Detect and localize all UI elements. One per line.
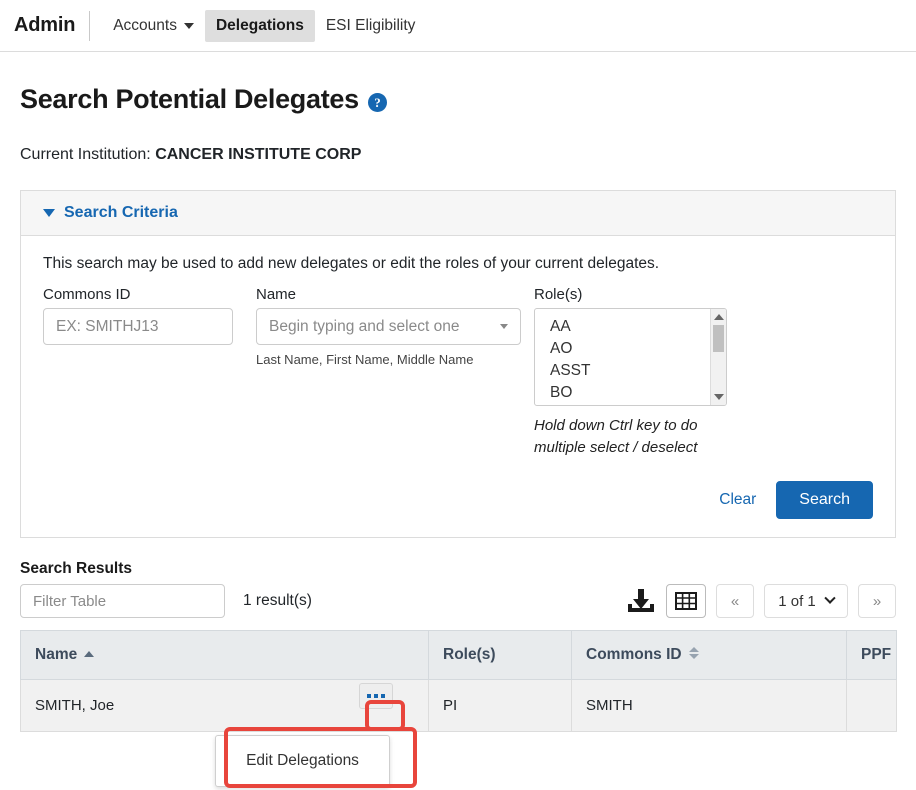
column-header-ppf[interactable]: PPF — [846, 630, 897, 680]
clear-button[interactable]: Clear — [715, 485, 760, 515]
table-header-row: Name Role(s) Commons ID PPF — [20, 630, 897, 680]
search-button[interactable]: Search — [776, 481, 873, 519]
roles-option-asst[interactable]: ASST — [535, 360, 726, 382]
column-header-roles-label: Role(s) — [443, 646, 496, 663]
roles-label: Role(s) — [534, 286, 583, 303]
search-results-heading: Search Results — [20, 560, 132, 577]
nav-item-delegations[interactable]: Delegations — [204, 9, 315, 42]
commons-id-field-group: Commons ID — [43, 286, 256, 345]
roles-field-group: Role(s) AA AO ASST BO Hold down Ctrl key… — [534, 286, 744, 459]
page-title: Search Potential Delegates ? — [20, 84, 896, 115]
brand-divider — [89, 10, 91, 41]
chevron-down-icon — [824, 592, 836, 604]
sort-bidirectional-icon — [688, 647, 699, 659]
column-header-name-label: Name — [35, 646, 78, 663]
roles-option-ao[interactable]: AO — [535, 338, 726, 360]
column-header-commons-id-label: Commons ID — [586, 646, 682, 663]
app-brand: Admin — [14, 14, 76, 36]
results-toolbar-row: 1 result(s) « 1 of — [20, 584, 896, 618]
table-body: SMITH, Joe PI SMITH — [20, 679, 897, 732]
roles-option-aa[interactable]: AA — [535, 316, 726, 338]
search-criteria-body: This search may be used to add new deleg… — [21, 236, 895, 475]
nav-item-accounts[interactable]: Accounts — [102, 10, 205, 42]
download-export-icon[interactable] — [626, 588, 656, 614]
name-label: Name — [256, 286, 297, 303]
caret-down-icon — [500, 324, 508, 329]
current-institution-value: CANCER INSTITUTE CORP — [155, 146, 362, 163]
scrollbar-thumb[interactable] — [713, 325, 724, 352]
search-results-table: Name Role(s) Commons ID PPF SMITH, Joe P… — [20, 630, 897, 732]
cell-name: SMITH, Joe — [20, 679, 429, 732]
grid-view-icon[interactable] — [666, 584, 706, 618]
nav-item-esi-eligibility[interactable]: ESI Eligibility — [315, 10, 427, 42]
help-circle-icon[interactable]: ? — [367, 93, 387, 112]
column-header-ppf-label: PPF — [861, 646, 892, 663]
sort-ascending-icon — [84, 651, 95, 657]
column-header-commons-id[interactable]: Commons ID — [571, 630, 847, 680]
row-action-menu: Edit Delegations — [215, 735, 390, 787]
current-institution: Current Institution: CANCER INSTITUTE CO… — [20, 146, 896, 164]
name-format-hint: Last Name, First Name, Middle Name — [256, 352, 474, 367]
page-content: Search Potential Delegates ? Current Ins… — [0, 84, 916, 732]
column-header-name[interactable]: Name — [20, 630, 429, 680]
pagination-prev-button[interactable]: « — [716, 584, 754, 618]
ellipsis-icon[interactable] — [359, 683, 393, 709]
name-field-group: Name Begin typing and select one Last Na… — [256, 286, 534, 367]
column-header-roles[interactable]: Role(s) — [428, 630, 572, 680]
filter-table-input[interactable] — [20, 584, 225, 618]
cell-ppf — [846, 679, 897, 732]
name-select-placeholder: Begin typing and select one — [269, 317, 460, 335]
nav-item-esi-eligibility-label: ESI Eligibility — [325, 16, 416, 34]
roles-listbox-scrollbar[interactable] — [710, 309, 726, 405]
name-select[interactable]: Begin typing and select one — [256, 308, 521, 345]
menu-item-edit-delegations[interactable]: Edit Delegations — [216, 747, 389, 775]
table-row: SMITH, Joe PI SMITH — [20, 679, 897, 732]
roles-multiselect-hint: Hold down Ctrl key to do multiple select… — [534, 417, 698, 456]
cell-name-text: SMITH, Joe — [35, 697, 115, 714]
search-criteria-panel: Search Criteria This search may be used … — [20, 190, 896, 538]
pagination-page-select[interactable]: 1 of 1 — [764, 584, 848, 618]
chevron-down-icon — [183, 22, 194, 29]
current-institution-label: Current Institution: — [20, 146, 151, 163]
scroll-up-arrow-icon[interactable] — [713, 314, 724, 320]
roles-listbox[interactable]: AA AO ASST BO — [534, 308, 727, 406]
result-count-text: 1 result(s) — [243, 592, 312, 609]
scroll-down-arrow-icon[interactable] — [713, 394, 724, 400]
commons-id-label: Commons ID — [43, 286, 131, 303]
search-criteria-title: Search Criteria — [64, 204, 178, 221]
search-criteria-header[interactable]: Search Criteria — [21, 191, 895, 236]
nav-item-delegations-label: Delegations — [215, 16, 304, 34]
pagination-page-label: 1 of 1 — [778, 592, 816, 610]
search-fields-row: Commons ID Name Begin typing and select … — [43, 286, 873, 459]
commons-id-input[interactable] — [43, 308, 233, 345]
top-navigation-bar: Admin Accounts Delegations ESI Eligibili… — [0, 0, 916, 52]
page-title-text: Search Potential Delegates — [20, 84, 359, 114]
nav-item-accounts-label: Accounts — [113, 16, 177, 34]
triangle-down-icon — [43, 209, 55, 217]
search-panel-actions: Clear Search — [21, 475, 895, 537]
cell-commons-id: SMITH — [571, 679, 847, 732]
results-toolbar: « 1 of 1 » — [626, 584, 896, 618]
pagination-next-button[interactable]: » — [858, 584, 896, 618]
roles-option-bo[interactable]: BO — [535, 382, 726, 404]
table-head: Name Role(s) Commons ID PPF — [20, 630, 897, 680]
cell-roles: PI — [428, 679, 572, 732]
search-intro-text: This search may be used to add new deleg… — [43, 255, 660, 272]
